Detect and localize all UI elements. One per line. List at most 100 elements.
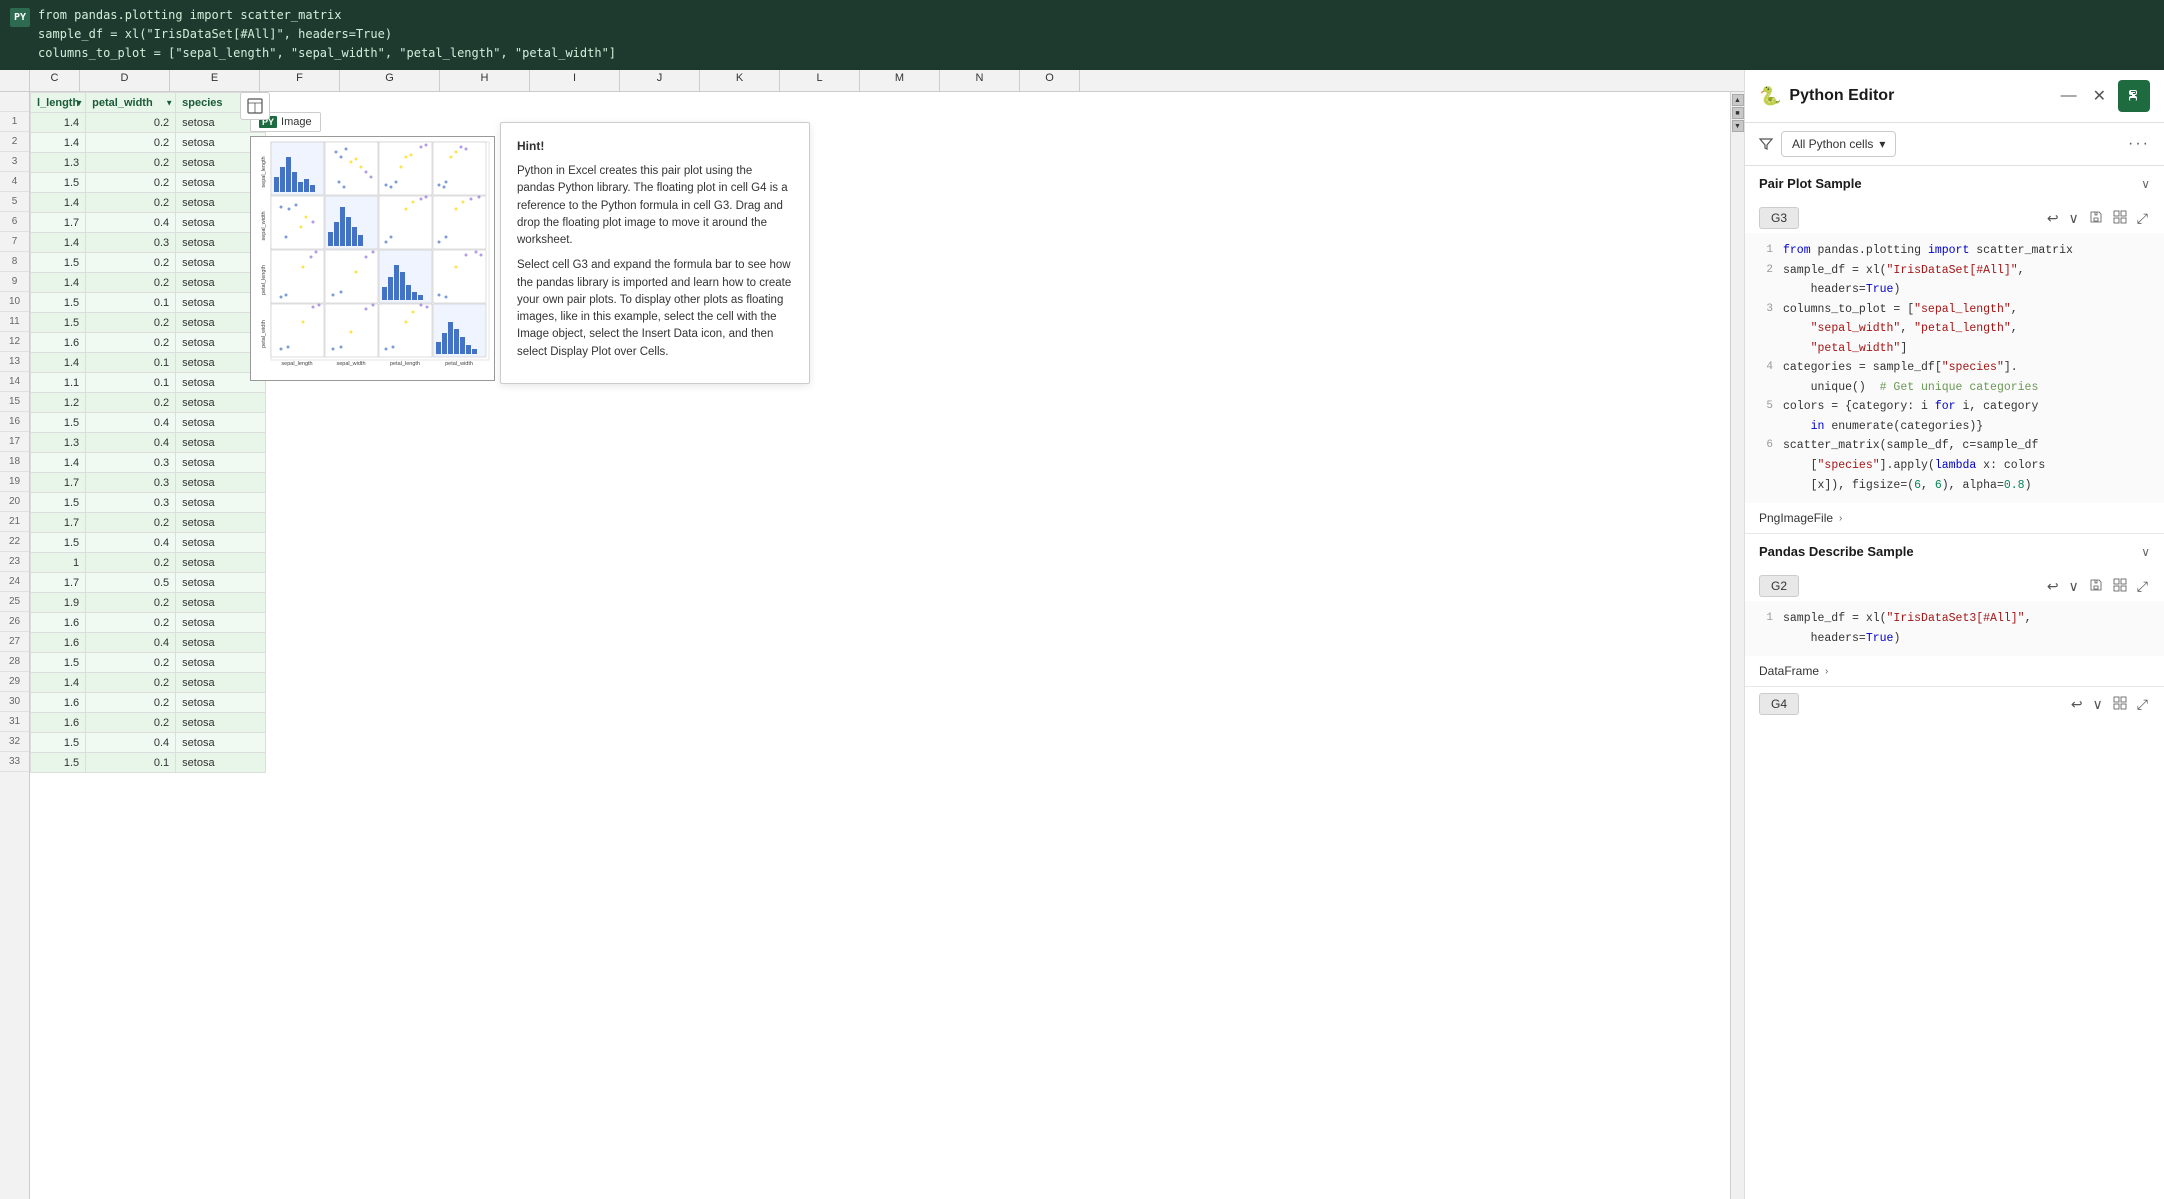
col-header-l[interactable]: L: [780, 70, 860, 91]
cell-petal-width[interactable]: 0.2: [86, 393, 176, 413]
cell-petal-length[interactable]: 1.5: [31, 753, 86, 773]
cell-petal-width[interactable]: 0.2: [86, 593, 176, 613]
th-petal-length[interactable]: l_length ▼: [31, 93, 86, 113]
cell-species[interactable]: setosa: [176, 673, 266, 693]
cell-petal-width[interactable]: 0.1: [86, 753, 176, 773]
g3-run-button[interactable]: [2111, 208, 2129, 229]
cell-petal-length[interactable]: 1.3: [31, 433, 86, 453]
insert-data-icon-button[interactable]: [240, 92, 270, 120]
cell-petal-width[interactable]: 0.2: [86, 513, 176, 533]
cell-petal-length[interactable]: 1.7: [31, 573, 86, 593]
cell-petal-length[interactable]: 1.6: [31, 633, 86, 653]
cell-petal-width[interactable]: 0.2: [86, 113, 176, 133]
all-python-cells-dropdown[interactable]: All Python cells ▾: [1781, 131, 1896, 157]
cell-species[interactable]: setosa: [176, 733, 266, 753]
g2-undo-button[interactable]: ↩: [2045, 576, 2061, 597]
g4-cell-label[interactable]: G4: [1759, 693, 1799, 715]
cell-petal-width[interactable]: 0.1: [86, 353, 176, 373]
pair-plot-section-header[interactable]: Pair Plot Sample ∨: [1745, 166, 2164, 201]
g4-run-small-button[interactable]: [2111, 694, 2129, 715]
cell-petal-length[interactable]: 1.6: [31, 693, 86, 713]
g2-chevron-down-button[interactable]: ∨: [2067, 576, 2081, 597]
g2-cell-label[interactable]: G2: [1759, 575, 1799, 597]
cell-petal-length[interactable]: 1.6: [31, 613, 86, 633]
cell-petal-width[interactable]: 0.2: [86, 613, 176, 633]
cell-species[interactable]: setosa: [176, 753, 266, 773]
cell-petal-length[interactable]: 1.5: [31, 253, 86, 273]
cell-petal-length[interactable]: 1.5: [31, 733, 86, 753]
cell-petal-width[interactable]: 0.2: [86, 273, 176, 293]
cell-species[interactable]: setosa: [176, 473, 266, 493]
cell-petal-width[interactable]: 0.1: [86, 373, 176, 393]
cell-species[interactable]: setosa: [176, 613, 266, 633]
cell-petal-width[interactable]: 0.2: [86, 313, 176, 333]
col-header-j[interactable]: J: [620, 70, 700, 91]
cell-petal-length[interactable]: 1.4: [31, 673, 86, 693]
cell-petal-length[interactable]: 1.5: [31, 413, 86, 433]
cell-petal-width[interactable]: 0.4: [86, 533, 176, 553]
cell-petal-length[interactable]: 1.7: [31, 473, 86, 493]
cell-petal-width[interactable]: 0.2: [86, 553, 176, 573]
g3-cell-label[interactable]: G3: [1759, 207, 1799, 229]
scroll-mid-button[interactable]: ■: [1732, 107, 1744, 119]
cell-species[interactable]: setosa: [176, 453, 266, 473]
pandas-section-header[interactable]: Pandas Describe Sample ∨: [1745, 534, 2164, 569]
cell-species[interactable]: setosa: [176, 593, 266, 613]
col-header-c[interactable]: C: [30, 70, 80, 91]
cell-petal-width[interactable]: 0.3: [86, 453, 176, 473]
dataframe-output-label[interactable]: DataFrame ›: [1745, 656, 2164, 686]
python-run-button[interactable]: [2118, 80, 2150, 112]
cell-species[interactable]: setosa: [176, 533, 266, 553]
pngimage-output-label[interactable]: PngImageFile ›: [1745, 503, 2164, 533]
cell-species[interactable]: setosa: [176, 633, 266, 653]
cell-petal-width[interactable]: 0.2: [86, 153, 176, 173]
editor-minimize-button[interactable]: —: [2057, 85, 2081, 107]
col-header-m[interactable]: M: [860, 70, 940, 91]
cell-petal-length[interactable]: 1: [31, 553, 86, 573]
cell-species[interactable]: setosa: [176, 693, 266, 713]
editor-close-button[interactable]: ✕: [2089, 84, 2110, 108]
cell-petal-length[interactable]: 1.4: [31, 273, 86, 293]
cell-petal-width[interactable]: 0.2: [86, 253, 176, 273]
cell-petal-length[interactable]: 1.4: [31, 133, 86, 153]
cell-petal-width[interactable]: 0.2: [86, 193, 176, 213]
cell-petal-width[interactable]: 0.1: [86, 293, 176, 313]
cell-petal-length[interactable]: 1.9: [31, 593, 86, 613]
cell-petal-length[interactable]: 1.5: [31, 653, 86, 673]
col-header-d[interactable]: D: [80, 70, 170, 91]
cell-petal-length[interactable]: 1.2: [31, 393, 86, 413]
col-header-e[interactable]: E: [170, 70, 260, 91]
col-header-i[interactable]: I: [530, 70, 620, 91]
cell-petal-width[interactable]: 0.2: [86, 133, 176, 153]
cell-species[interactable]: setosa: [176, 413, 266, 433]
cell-petal-width[interactable]: 0.2: [86, 333, 176, 353]
cell-species[interactable]: setosa: [176, 713, 266, 733]
col-header-g[interactable]: G: [340, 70, 440, 91]
cell-petal-width[interactable]: 0.3: [86, 473, 176, 493]
cell-petal-length[interactable]: 1.5: [31, 313, 86, 333]
cell-petal-length[interactable]: 1.4: [31, 113, 86, 133]
cell-petal-width[interactable]: 0.4: [86, 213, 176, 233]
col-header-f[interactable]: F: [260, 70, 340, 91]
cell-species[interactable]: setosa: [176, 393, 266, 413]
cell-petal-width[interactable]: 0.3: [86, 233, 176, 253]
vertical-scrollbar[interactable]: ▲ ■ ▼: [1730, 92, 1744, 1199]
g2-save-button[interactable]: [2087, 576, 2105, 597]
th-petal-width[interactable]: petal_width ▼: [86, 93, 176, 113]
scroll-down-button[interactable]: ▼: [1732, 120, 1744, 132]
cell-petal-length[interactable]: 1.4: [31, 193, 86, 213]
cell-petal-width[interactable]: 0.2: [86, 693, 176, 713]
col-header-n[interactable]: N: [940, 70, 1020, 91]
g2-run-button[interactable]: [2111, 576, 2129, 597]
g2-expand-button[interactable]: ⤢: [2135, 576, 2150, 597]
cell-petal-length[interactable]: 1.6: [31, 333, 86, 353]
g3-expand-button[interactable]: ⤢: [2135, 208, 2150, 229]
g4-chevron-down-button[interactable]: ∨: [2091, 694, 2105, 715]
cell-species[interactable]: setosa: [176, 513, 266, 533]
scroll-up-button[interactable]: ▲: [1732, 94, 1744, 106]
cell-petal-width[interactable]: 0.2: [86, 173, 176, 193]
g3-undo-button[interactable]: ↩: [2045, 208, 2061, 229]
cell-petal-length[interactable]: 1.3: [31, 153, 86, 173]
cell-petal-width[interactable]: 0.4: [86, 413, 176, 433]
cell-petal-length[interactable]: 1.4: [31, 353, 86, 373]
